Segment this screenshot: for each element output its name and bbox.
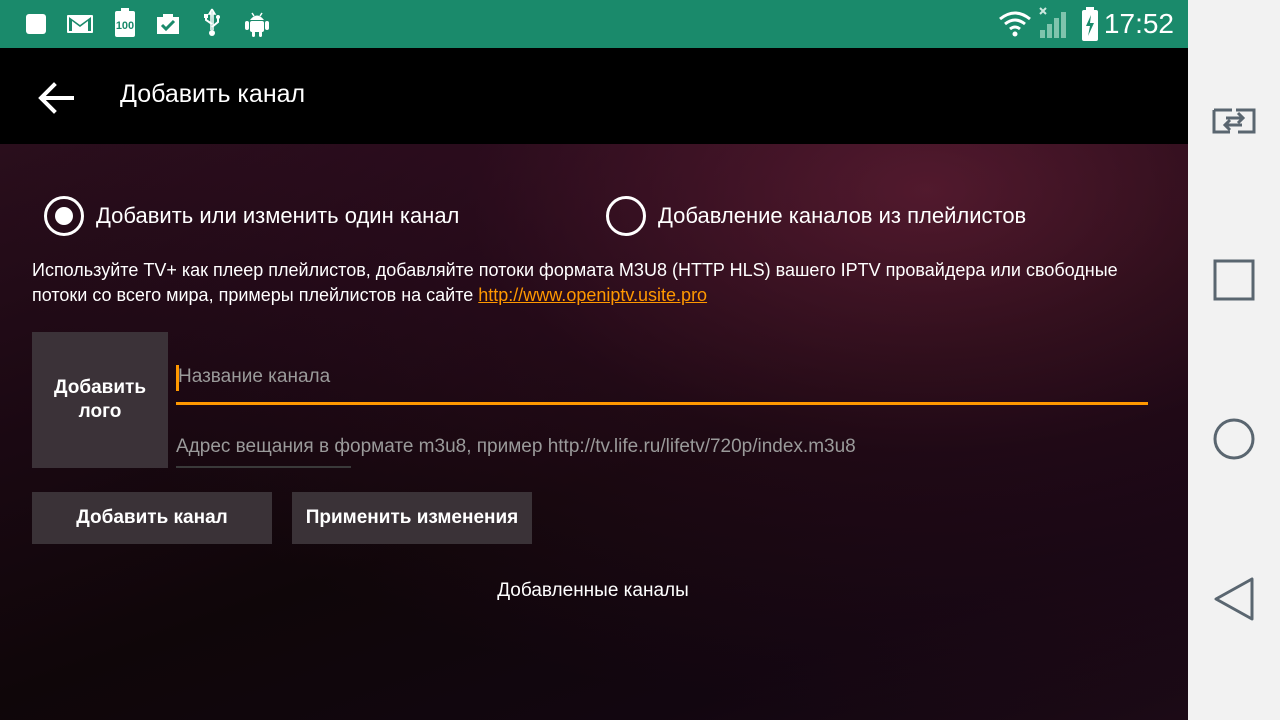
radio-single-channel[interactable]: Добавить или изменить один канал	[44, 196, 459, 236]
site-link[interactable]: http://www.openiptv.usite.pro	[478, 285, 707, 305]
circle-icon	[1213, 418, 1255, 460]
status-time: 17:52	[1103, 8, 1174, 39]
square-icon	[1213, 259, 1255, 301]
back-nav-button[interactable]	[1210, 575, 1258, 623]
main-content: Добавить или изменить один канал Добавле…	[0, 144, 1188, 720]
battery-100-text: 100	[115, 20, 135, 32]
triangle-back-icon	[1214, 577, 1254, 621]
navigation-bar	[1188, 0, 1280, 720]
back-button[interactable]	[28, 70, 84, 126]
added-channels-title: Добавленные каналы	[497, 580, 689, 601]
gmail-icon	[67, 15, 93, 33]
stream-url-input[interactable]: Адрес вещания в формате m3u8, пример htt…	[176, 432, 1148, 472]
app-bar: Добавить канал	[0, 48, 1188, 144]
rotate-screen-button[interactable]	[1210, 96, 1258, 144]
input-underline	[176, 466, 351, 468]
channel-name-input[interactable]: Название канала	[176, 362, 1148, 405]
radio-playlist[interactable]: Добавление каналов из плейлистов	[606, 196, 1026, 236]
radio-single-label: Добавить или изменить один канал	[96, 203, 460, 228]
status-bar: 100 17:52	[0, 0, 1188, 48]
android-icon	[245, 12, 269, 37]
usb-icon	[204, 8, 220, 36]
stream-url-placeholder: Адрес вещания в формате m3u8, пример htt…	[176, 436, 856, 457]
battery-charging-icon	[1082, 7, 1098, 41]
description-text: Используйте TV+ как плеер плейлистов, до…	[32, 258, 1162, 308]
channel-name-placeholder: Название канала	[178, 366, 331, 387]
radio-checked-icon	[44, 196, 84, 236]
add-channel-button[interactable]: Добавить канал	[32, 492, 272, 544]
apply-changes-button[interactable]: Применить изменения	[292, 492, 532, 544]
add-logo-label: Добавить лого	[54, 376, 146, 424]
recent-apps-button[interactable]	[1210, 256, 1258, 304]
add-logo-line1: Добавить	[53, 377, 147, 398]
battery-100-icon: 100	[112, 8, 138, 38]
rotate-screen-icon	[1212, 108, 1256, 134]
add-logo-line2: лого	[78, 401, 122, 422]
square-notification-icon	[26, 14, 46, 34]
add-logo-button[interactable]: Добавить лого	[32, 332, 168, 468]
radio-playlist-label: Добавление каналов из плейлистов	[658, 203, 1027, 228]
page-title: Добавить канал	[120, 80, 306, 108]
app-screen: 100 17:52 Добавить канал Добавить или из…	[0, 0, 1188, 720]
wifi-icon	[999, 11, 1031, 37]
cellular-signal-icon	[1039, 7, 1066, 38]
radio-dot	[55, 207, 73, 225]
clipboard-check-icon	[157, 14, 179, 34]
radio-unchecked-icon	[606, 196, 646, 236]
home-button[interactable]	[1210, 415, 1258, 463]
arrow-back-icon	[38, 82, 74, 114]
